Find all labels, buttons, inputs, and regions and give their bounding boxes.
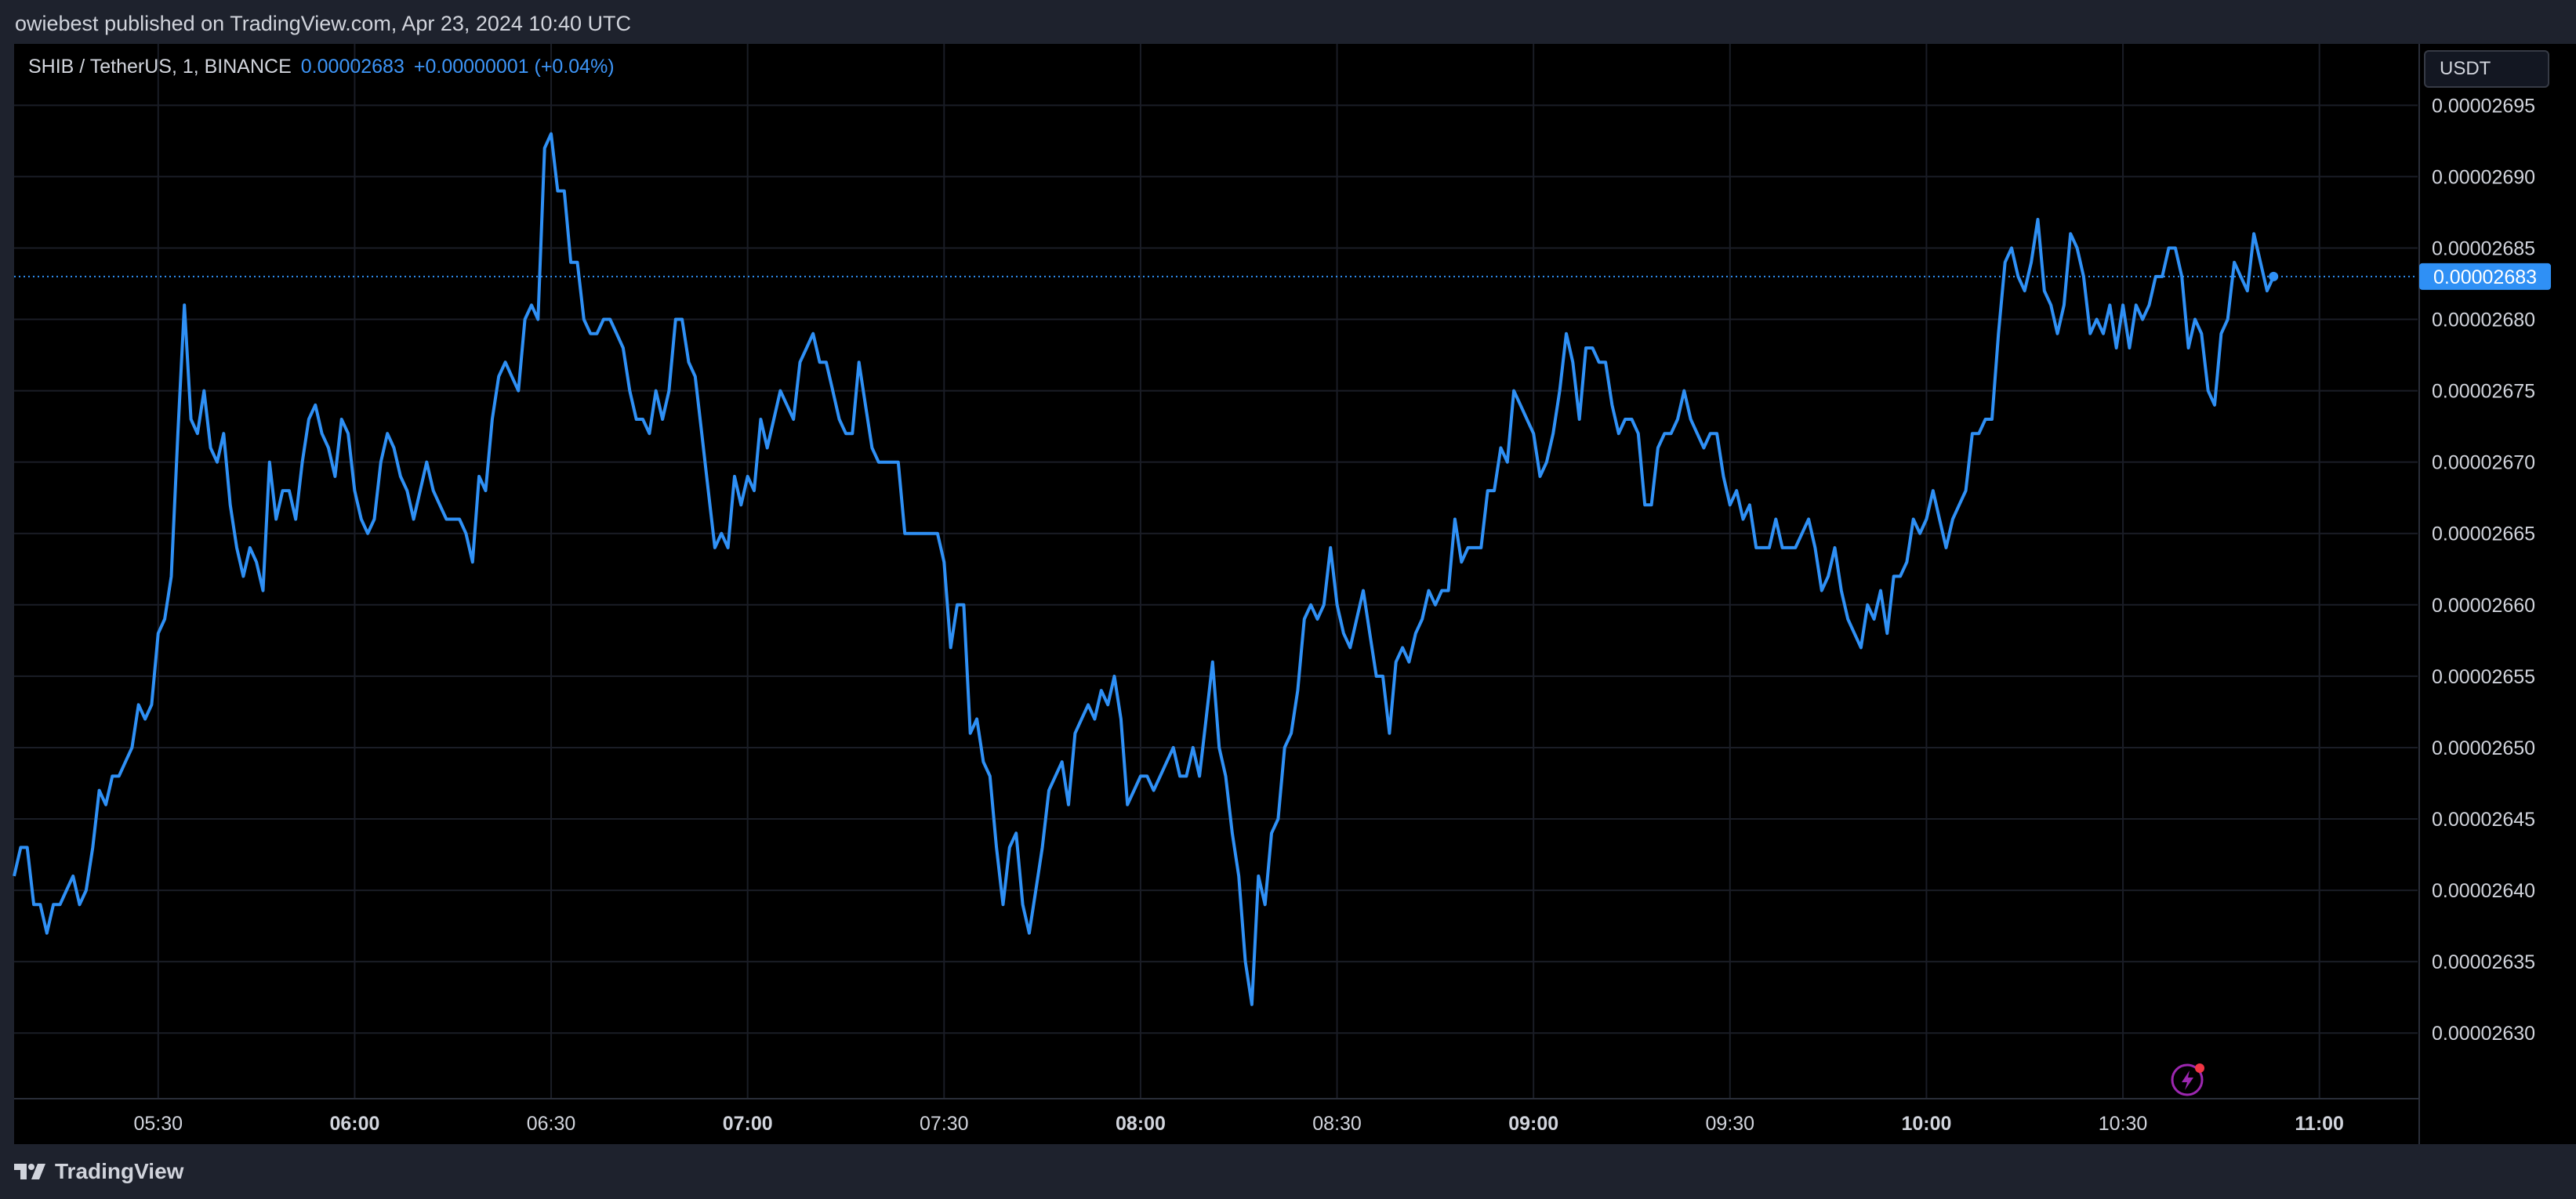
- y-tick-label: 0.00002685: [2432, 237, 2535, 259]
- y-tick-label: 0.00002670: [2432, 452, 2535, 474]
- x-tick-label: 10:00: [1901, 1113, 1951, 1135]
- y-tick-label: 0.00002645: [2432, 809, 2535, 831]
- symbol-label[interactable]: SHIB / TetherUS, 1, BINANCE: [28, 56, 292, 78]
- x-tick-label: 11:00: [2295, 1113, 2344, 1135]
- legend-change: +0.00000001 (+0.04%): [413, 56, 615, 78]
- y-tick-label: 0.00002650: [2432, 737, 2535, 759]
- grid-lines: [14, 44, 2418, 1099]
- x-tick-label: 10:30: [2099, 1113, 2148, 1135]
- y-tick-label: 0.00002695: [2432, 95, 2535, 117]
- x-tick-label: 05:30: [134, 1113, 183, 1135]
- x-tick-label: 06:00: [329, 1113, 379, 1135]
- tradingview-logo[interactable]: TradingView: [14, 1158, 183, 1185]
- x-tick-label: 07:30: [920, 1113, 969, 1135]
- brand-name: TradingView: [55, 1159, 184, 1183]
- legend-price: 0.00002683: [300, 56, 405, 78]
- x-tick-label: 08:30: [1312, 1113, 1362, 1135]
- tradingview-logo-icon: [14, 1164, 45, 1179]
- chart-legend: SHIB / TetherUS, 1, BINANCE 0.00002683 +0.…: [28, 55, 615, 78]
- price-axis: 0.00002695 0.00002690 0.00002685 0.00002680…: [2432, 95, 2535, 1045]
- x-tick-label: 06:30: [527, 1113, 576, 1135]
- lightning-bolt-icon: [2171, 1063, 2204, 1096]
- x-tick-label: 08:00: [1116, 1113, 1166, 1135]
- x-tick-label: 09:30: [1706, 1113, 1755, 1135]
- x-tick-label: 07:00: [723, 1113, 773, 1135]
- x-tick-label: 09:00: [1508, 1113, 1558, 1135]
- y-tick-label: 0.00002660: [2432, 595, 2535, 617]
- footer: [0, 1144, 2576, 1199]
- y-tick-label: 0.00002690: [2432, 166, 2535, 188]
- last-price-label: 0.00002683: [2419, 263, 2551, 290]
- series-line-shib-usdt: [13, 132, 2276, 1006]
- currency-button[interactable]: USDT: [2424, 50, 2549, 88]
- y-tick-label: 0.00002665: [2432, 523, 2535, 545]
- y-tick-label: 0.00002655: [2432, 666, 2535, 688]
- y-tick-label: 0.00002630: [2432, 1023, 2535, 1045]
- price-chart[interactable]: 0.00002695 0.00002690 0.00002685 0.00002680…: [0, 0, 2576, 1144]
- last-price-label-text: 0.00002683: [2433, 266, 2537, 288]
- y-tick-label: 0.00002680: [2432, 310, 2535, 331]
- y-tick-label: 0.00002635: [2432, 951, 2535, 973]
- time-axis: 05:30 06:00 06:30 07:00 07:30 08:00 08:30 09:00…: [134, 1113, 2344, 1135]
- y-tick-label: 0.00002640: [2432, 880, 2535, 902]
- last-price-dot: [2269, 271, 2279, 281]
- y-tick-label: 0.00002675: [2432, 381, 2535, 403]
